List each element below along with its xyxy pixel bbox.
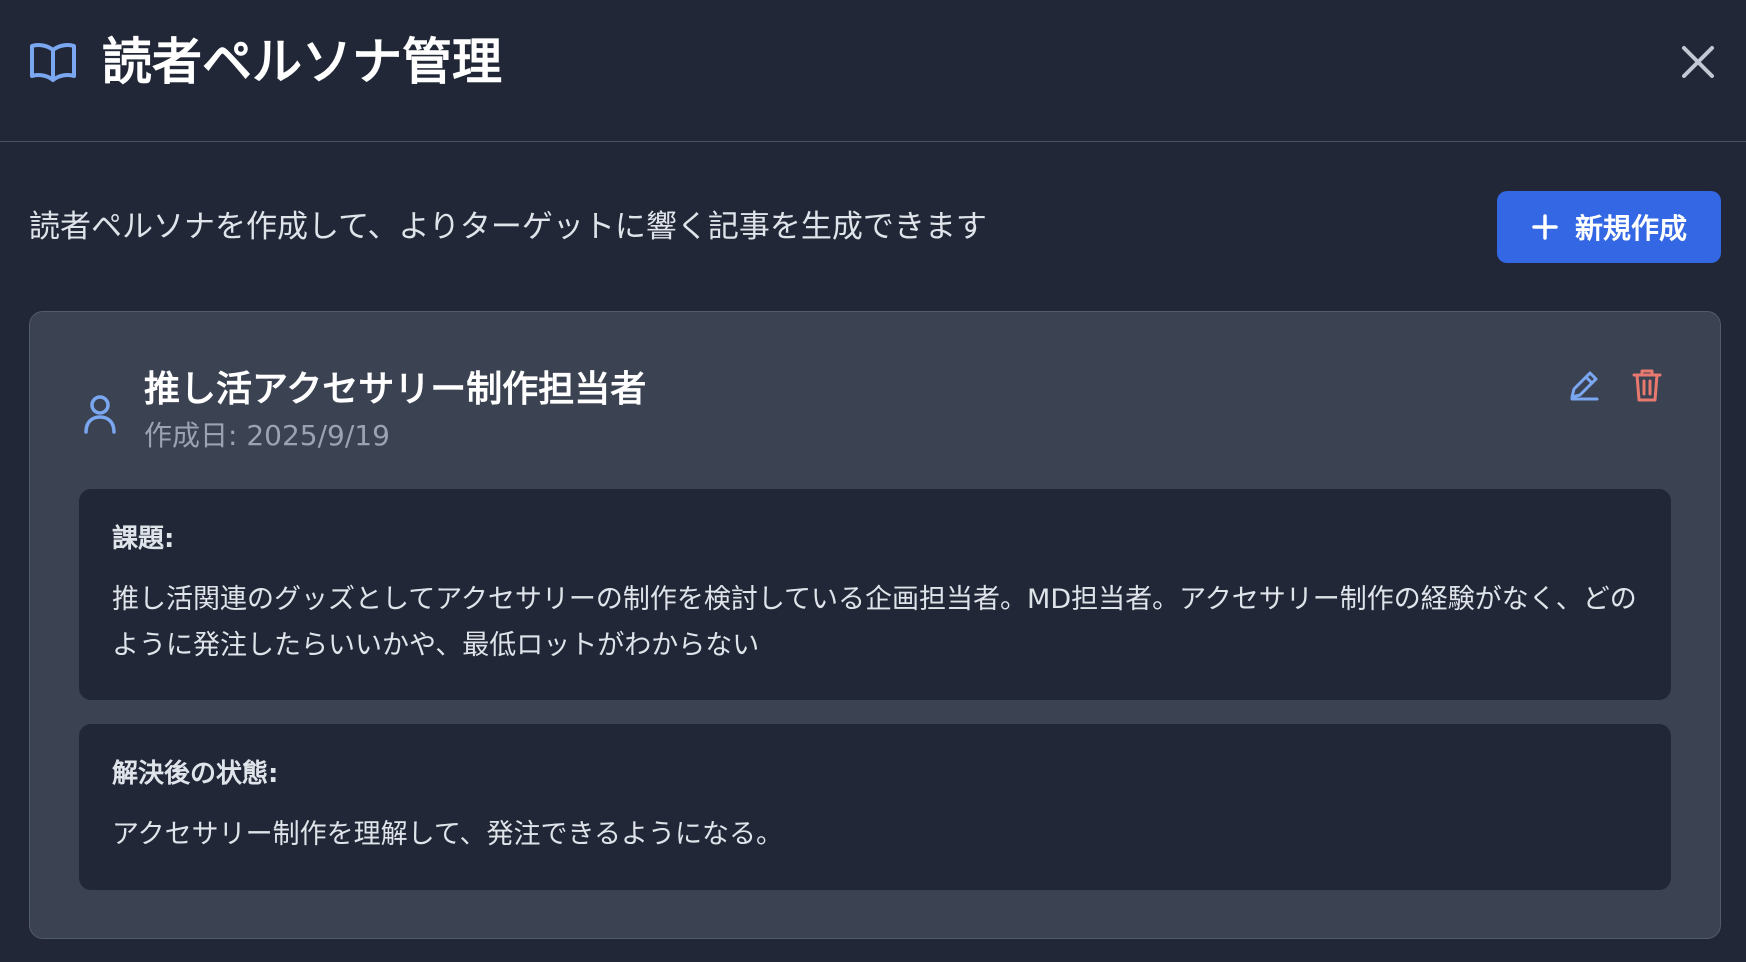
new-persona-button[interactable]: 新規作成 — [1497, 191, 1721, 263]
persona-created-date: 作成日: 2025/9/19 — [144, 419, 390, 452]
page-title: 読者ペルソナ管理 — [102, 33, 502, 91]
close-icon[interactable] — [1676, 40, 1720, 84]
trash-icon[interactable] — [1632, 368, 1662, 402]
persona-name: 推し活アクセサリー制作担当者 — [144, 369, 647, 410]
new-button-label: 新規作成 — [1574, 212, 1687, 245]
outcome-section: 解決後の状態: アクセサリー制作を理解して、発注できるようになる。 — [79, 724, 1671, 890]
plus-icon — [1532, 214, 1558, 240]
outcome-label: 解決後の状態: — [112, 759, 279, 789]
modal-header: 読者ペルソナ管理 — [0, 0, 1746, 142]
user-icon — [84, 395, 116, 434]
outcome-text: アクセサリー制作を理解して、発注できるようになる。 — [112, 819, 783, 850]
page-description: 読者ペルソナを作成して、よりターゲットに響く記事を生成できます — [29, 209, 987, 245]
book-open-icon — [30, 43, 76, 82]
challenge-section: 課題: 推し活関連のグッズとしてアクセサリーの制作を検討している企画担当者。MD… — [79, 489, 1671, 700]
persona-card: 推し活アクセサリー制作担当者 作成日: 2025/9/19 課題: 推し活関連の… — [29, 311, 1721, 939]
pencil-icon[interactable] — [1567, 368, 1601, 402]
challenge-label: 課題: — [112, 524, 175, 554]
challenge-text: 推し活関連のグッズとしてアクセサリーの制作を検討している企画担当者。MD担当者。… — [112, 584, 1637, 661]
